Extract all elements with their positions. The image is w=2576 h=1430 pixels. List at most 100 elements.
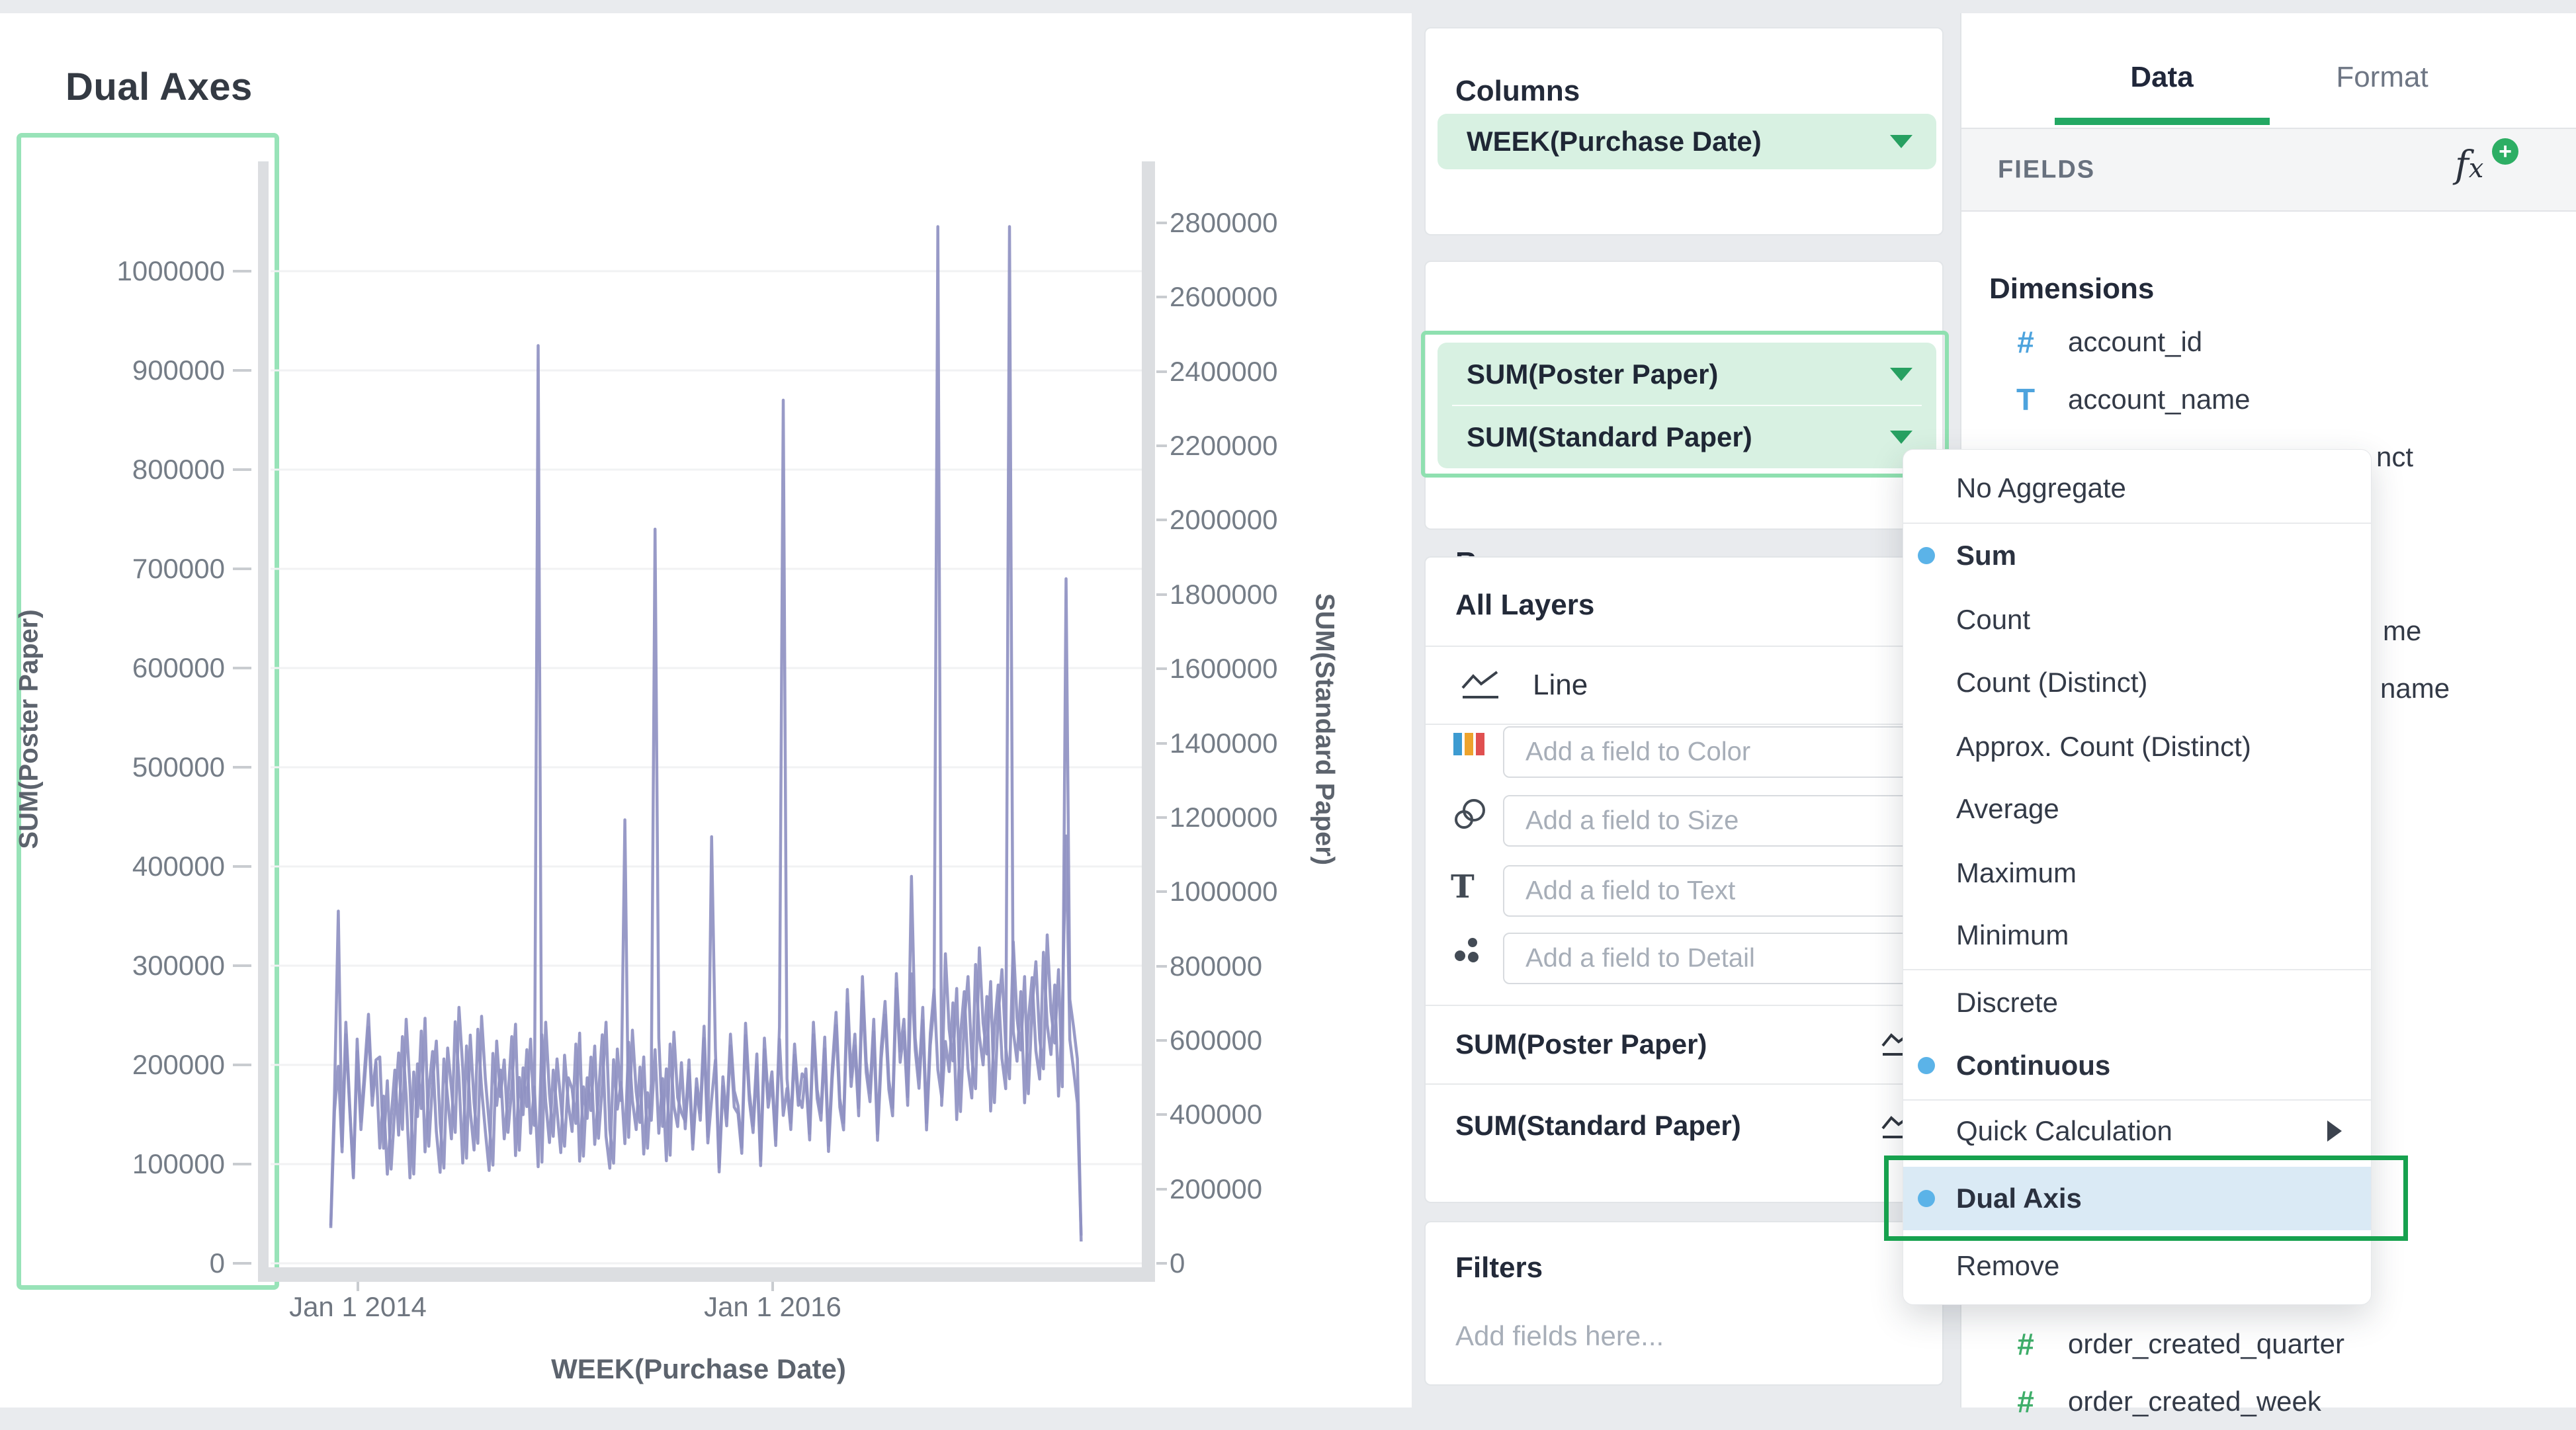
tab-data-label: Data [2130,61,2193,93]
rows-field-pill-label: SUM(Standard Paper) [1467,421,1752,453]
tick-mark [233,1262,251,1265]
tick-mark [1156,742,1167,745]
left-axis-tick: 600000 [26,652,225,684]
right-axis-tick: 600000 [1170,1025,1262,1056]
field-label: account_id [2068,326,2202,358]
tick-mark [1156,519,1167,521]
columns-field-pill-label: WEEK(Purchase Date) [1467,126,1762,157]
menu-item-label: Sum [1956,540,2016,571]
submenu-arrow-icon [2327,1120,2342,1142]
right-axis-tick: 1000000 [1170,876,1278,907]
chevron-down-icon[interactable] [1890,135,1912,148]
tick-mark [1156,296,1167,298]
menu-item-average[interactable]: Average [1903,777,2371,841]
text-type-icon: T [2016,382,2035,417]
measure-row-poster[interactable]: SUM(Poster Paper) [1426,1006,1942,1083]
tick-mark [1156,816,1167,819]
fields-header-label: FIELDS [1998,155,2095,184]
field-slot-row: Add a field to Color [1426,718,1942,786]
menu-item-no-aggregate[interactable]: No Aggregate [1903,456,2371,520]
tick-mark [1156,222,1167,224]
field-slot-row: TAdd a field to Text [1426,857,1942,925]
field-slot-row: Add a field to Detail [1426,924,1942,993]
left-axis-tick: 900000 [26,355,225,386]
fields-section-header: FIELDS fx + [1961,128,2576,212]
tab-format[interactable]: Format [2336,61,2428,94]
add-field-placeholder: Add a field to Color [1525,737,1750,767]
right-axis-tick: 0 [1170,1247,1185,1279]
filters-drop-area[interactable]: Add fields here... [1455,1320,1664,1352]
add-field-input[interactable]: Add a field to Detail [1503,933,1913,984]
rows-field-pill-standard[interactable]: SUM(Standard Paper) [1438,405,1936,468]
menu-item-sum[interactable]: Sum [1903,524,2371,587]
measure-row-label: SUM(Poster Paper) [1455,1029,1707,1060]
chevron-down-icon[interactable] [1890,368,1912,381]
tick-mark [233,1163,251,1165]
left-axis-tick: 400000 [26,851,225,882]
add-field-placeholder: Add a field to Size [1525,806,1739,836]
menu-item-maximum[interactable]: Maximum [1903,841,2371,905]
menu-item-approx-count-distinct[interactable]: Approx. Count (Distinct) [1903,715,2371,778]
left-axis-title: SUM(Poster Paper) [15,544,44,915]
left-axis-tick: 0 [26,1247,225,1279]
tick-mark [233,667,251,669]
menu-item-label: Count (Distinct) [1956,667,2147,698]
left-axis-tick: 1000000 [26,255,225,287]
add-field-input[interactable]: Add a field to Size [1503,795,1913,847]
menu-item-label: Average [1956,793,2059,825]
add-field-input[interactable]: Add a field to Color [1503,726,1913,778]
menu-item-label: Remove [1956,1250,2059,1282]
menu-item-label: Maximum [1956,857,2077,889]
right-axis-title: SUM(Standard Paper) [1310,544,1340,915]
right-axis-tick: 2200000 [1170,430,1278,462]
dimensions-heading: Dimensions [1989,273,2154,306]
menu-item-discrete[interactable]: Discrete [1903,971,2371,1034]
measure-row-standard[interactable]: SUM(Standard Paper) [1426,1085,1942,1171]
menu-item-continuous[interactable]: Continuous [1903,1034,2371,1097]
right-axis-tick: 1800000 [1170,579,1278,610]
menu-item-minimum[interactable]: Minimum [1903,904,2371,967]
detail-icon [1451,936,1492,977]
line-chart-plot [263,161,1155,1290]
field-item-order_created_quarter[interactable]: #order_created_quarter [1961,1316,2576,1372]
line-chart-type-icon [1460,668,1504,702]
left-axis-tick: 700000 [26,553,225,585]
add-calculated-field-button[interactable]: fx + [2455,144,2514,196]
add-field-placeholder: Add a field to Detail [1525,944,1755,974]
active-tab-indicator [2055,118,2270,125]
menu-separator [1903,523,2371,524]
covered-field-label-fragment: me [2383,615,2421,647]
menu-item-label: Approx. Count (Distinct) [1956,731,2251,763]
field-item-order_created_week[interactable]: #order_created_week [1961,1373,2576,1430]
layer-type-label: Line [1533,669,1588,702]
chart-preview-panel: Dual Axes 100000090000080000070000060000… [0,13,1412,1408]
left-axis-tick: 200000 [26,1049,225,1081]
menu-item-quick-calculation[interactable]: Quick Calculation [1903,1099,2371,1163]
tick-mark [1156,1039,1167,1042]
chevron-down-icon[interactable] [1890,431,1912,444]
tab-data[interactable]: Data [2130,61,2193,94]
layer-type-row[interactable]: Line [1426,647,1942,724]
rows-field-pill-label: SUM(Poster Paper) [1467,358,1718,390]
left-axis-tick: 800000 [26,454,225,485]
field-item-account_id[interactable]: #account_id [1961,314,2576,370]
dual-axis-annotation-outline [1884,1156,2408,1241]
measure-row-label: SUM(Standard Paper) [1455,1110,1741,1142]
right-axis-tick: 1200000 [1170,802,1278,833]
number-type-icon: # [2017,1384,2034,1419]
app-window: { "colors": { "accent_green": "#23a863",… [0,0,2576,1408]
tick-mark [1156,1188,1167,1191]
left-axis-tick: 300000 [26,950,225,982]
menu-item-label: Quick Calculation [1956,1115,2172,1147]
size-icon [1451,798,1492,839]
menu-item-remove[interactable]: Remove [1903,1234,2371,1298]
rows-field-pill-poster[interactable]: SUM(Poster Paper) [1438,343,1936,405]
menu-item-count-distinct[interactable]: Count (Distinct) [1903,651,2371,714]
field-item-account_name[interactable]: Taccount_name [1961,371,2576,428]
menu-item-label: Continuous [1956,1050,2110,1081]
columns-field-pill[interactable]: WEEK(Purchase Date) [1438,114,1936,169]
right-axis-tick: 1600000 [1170,653,1278,685]
menu-item-count[interactable]: Count [1903,588,2371,652]
right-axis-tick: 2800000 [1170,207,1278,239]
add-field-input[interactable]: Add a field to Text [1503,865,1913,917]
